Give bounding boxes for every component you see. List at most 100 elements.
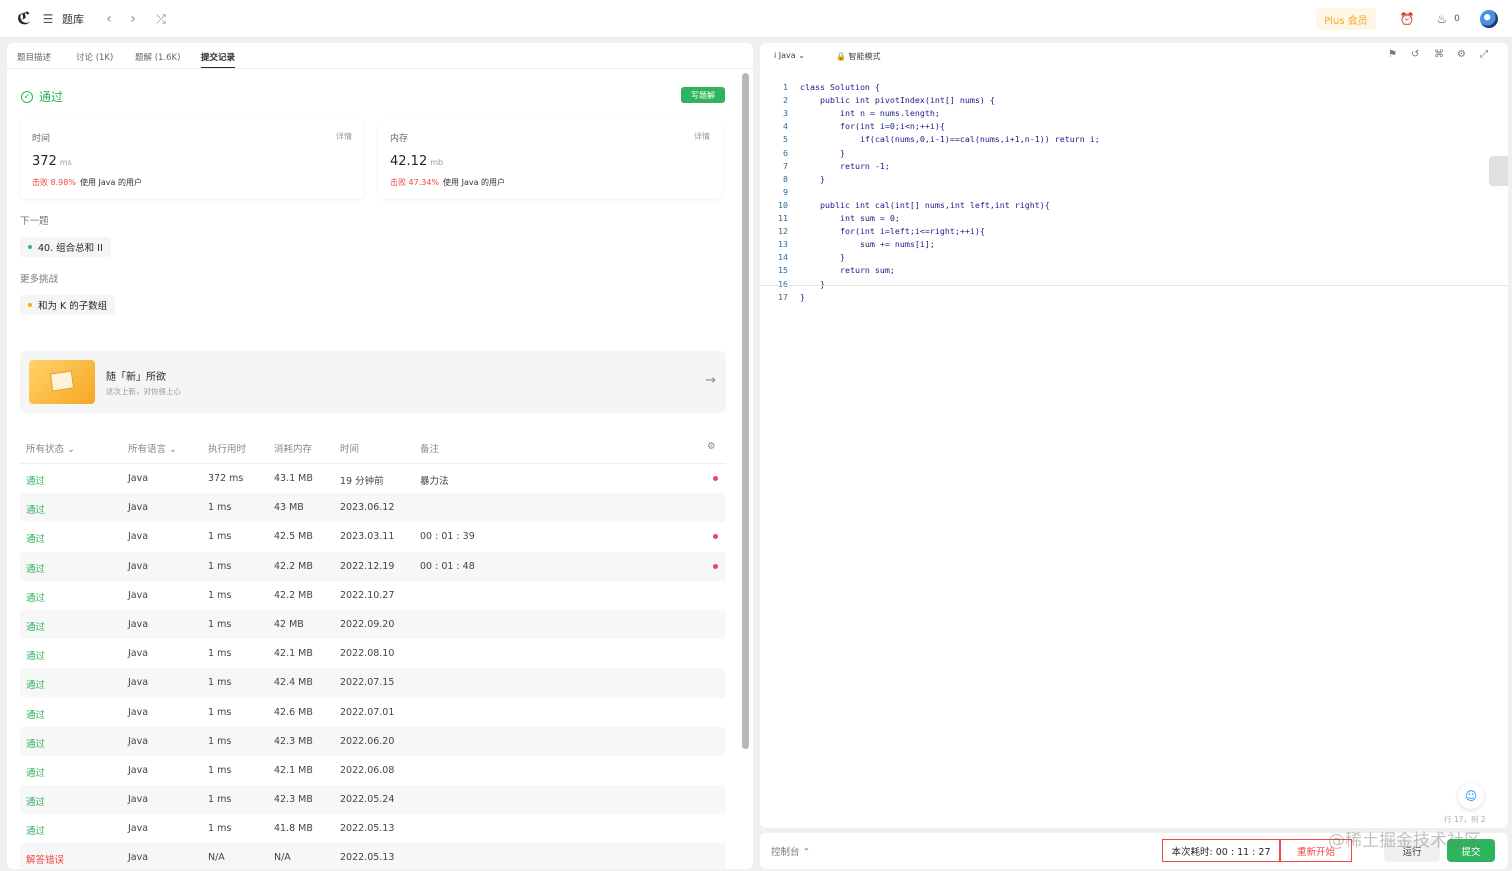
runtime-card[interactable]: 时间 详情 372 ms 击败 8.98% 使用 Java 的用户 — [20, 119, 364, 199]
code-line[interactable]: } — [800, 147, 845, 160]
code-line[interactable]: int n = nums.length; — [800, 107, 940, 120]
submission-status[interactable]: 通过 — [26, 677, 45, 691]
tab-submissions[interactable]: 提交记录 — [201, 51, 236, 68]
more-challenges-label: 更多挑战 — [20, 274, 59, 285]
table-row[interactable]: 通过 Java 1 ms 42.1 MB 2022.08.10 — [20, 639, 726, 668]
next-problem-chip[interactable]: 40. 组合总和 II — [20, 237, 111, 257]
submission-memory: 43.1 MB — [274, 473, 313, 484]
filter-language[interactable]: 所有语言 ⌄ — [128, 441, 177, 455]
submission-status[interactable]: 通过 — [26, 473, 45, 487]
code-line[interactable]: } — [800, 173, 825, 186]
code-line[interactable]: public int pivotIndex(int[] nums) { — [800, 94, 995, 107]
bookmark-icon[interactable]: ⚑ — [1388, 49, 1397, 60]
line-number: 8 — [783, 173, 788, 184]
table-row[interactable]: 解答错误 Java N/A N/A 2022.05.13 — [20, 843, 726, 869]
code-line[interactable]: } — [800, 251, 845, 264]
fullscreen-icon[interactable]: ⤢ — [1480, 49, 1488, 60]
memory-card[interactable]: 内存 详情 42.12 mb 击败 47.34% 使用 Java 的用户 — [378, 119, 722, 199]
submission-status[interactable]: 通过 — [26, 736, 45, 750]
submission-status[interactable]: 解答错误 — [26, 852, 64, 866]
gear-icon[interactable]: ⚙ — [707, 441, 716, 452]
table-row[interactable]: 通过 Java 1 ms 42.3 MB 2022.05.24 — [20, 785, 726, 815]
alarm-icon[interactable]: ⏰ — [1398, 0, 1416, 38]
submissions-table: 通过 Java 372 ms 43.1 MB 19 分钟前 暴力法 通过 Java 1 ms 43… — [20, 464, 726, 869]
next-problem-icon[interactable]: › — [126, 0, 140, 38]
reset-icon[interactable]: ↺ — [1411, 49, 1419, 60]
submission-language: Java — [128, 648, 149, 660]
avatar[interactable] — [1480, 10, 1498, 28]
submission-runtime: N/A — [208, 852, 225, 864]
submission-status[interactable]: 通过 — [26, 531, 45, 545]
submission-status[interactable]: 通过 — [26, 794, 45, 808]
table-row[interactable]: 通过 Java 1 ms 42.2 MB 2022.10.27 — [20, 581, 726, 610]
tab-solutions[interactable]: 题解 (1.6K) — [135, 51, 180, 63]
code-line[interactable]: int sum = 0; — [800, 212, 900, 225]
notes-side-button[interactable] — [1489, 156, 1508, 186]
submission-memory: 42.5 MB — [274, 531, 313, 543]
submission-memory: N/A — [274, 852, 291, 864]
tab-description[interactable]: 题目描述 — [17, 51, 51, 63]
submission-status[interactable]: 通过 — [26, 561, 45, 575]
table-row[interactable]: 通过 Java 1 ms 42 MB 2022.09.20 — [20, 609, 726, 640]
submission-status[interactable]: 通过 — [26, 765, 45, 779]
code-line[interactable]: for(int i=0;i<n;++i){ — [800, 120, 945, 133]
write-solution-button[interactable]: 写题解 — [681, 87, 725, 103]
submission-memory: 42.1 MB — [274, 764, 313, 776]
leetcode-logo[interactable]: ℭ — [14, 0, 34, 38]
smart-mode[interactable]: 🔒 智能模式 — [836, 51, 881, 62]
table-row[interactable]: 通过 Java 372 ms 43.1 MB 19 分钟前 暴力法 — [20, 464, 726, 493]
table-row[interactable]: 通过 Java 1 ms 42.1 MB 2022.06.08 — [20, 756, 726, 785]
prev-problem-icon[interactable]: ‹ — [102, 0, 116, 38]
code-line[interactable]: if(cal(nums,0,i-1)==cal(nums,i+1,n-1)) r… — [800, 133, 1100, 146]
promo-banner[interactable]: 随「新」所欲 这次上新，对你很上心 → — [20, 351, 726, 413]
submission-date: 2022.05.13 — [340, 852, 395, 864]
submission-language: Java — [128, 852, 149, 864]
table-row[interactable]: 通过 Java 1 ms 42.2 MB 2022.12.19 00 : 01 : 48 — [20, 551, 726, 581]
submission-status[interactable]: 通过 — [26, 648, 45, 662]
submission-status[interactable]: 通过 — [26, 823, 45, 837]
table-row[interactable]: 通过 Java 1 ms 42.5 MB 2023.03.11 00 : 01 : 39 — [20, 522, 726, 551]
table-row[interactable]: 通过 Java 1 ms 41.8 MB 2022.05.13 — [20, 814, 726, 843]
filter-status[interactable]: 所有状态 ⌄ — [26, 441, 75, 455]
submission-memory: 42.2 MB — [274, 560, 313, 572]
table-row[interactable]: 通过 Java 1 ms 42.3 MB 2022.06.20 — [20, 726, 726, 756]
code-line[interactable]: class Solution { — [800, 81, 880, 94]
code-line[interactable]: for(int i=left;i<=right;++i){ — [800, 225, 985, 238]
plus-member-button[interactable]: Plus 会员 — [1316, 8, 1376, 30]
list-icon[interactable]: ☰ — [40, 0, 56, 38]
code-line[interactable]: return -1; — [800, 160, 890, 173]
submission-note: 00 : 01 : 39 — [420, 531, 475, 543]
settings-icon[interactable]: ⚙ — [1457, 49, 1466, 60]
submissions-table-header: 所有状态 ⌄ 所有语言 ⌄ 执行用时 消耗内存 时间 备注 ⚙ — [20, 435, 726, 464]
table-row[interactable]: 通过 Java 1 ms 42.4 MB 2022.07.15 — [20, 668, 726, 698]
challenge-chip[interactable]: 和为 K 的子数组 — [20, 295, 116, 315]
submission-runtime: 1 ms — [208, 648, 232, 660]
submission-memory: 42 MB — [274, 618, 304, 630]
tab-discussion[interactable]: 讨论 (1K) — [76, 51, 113, 63]
code-line[interactable]: public int cal(int[] nums,int left,int r… — [800, 199, 1050, 212]
memory-detail-link[interactable]: 详情 — [694, 131, 710, 142]
fire-icon[interactable]: ♨ — [1435, 0, 1449, 38]
runtime-detail-link[interactable]: 详情 — [336, 131, 352, 142]
code-line[interactable]: return sum; — [800, 264, 895, 277]
table-row[interactable]: 通过 Java 1 ms 42.6 MB 2022.07.01 — [20, 698, 726, 727]
memory-value: 42.12 mb — [390, 154, 444, 169]
problem-bank-link[interactable]: 题库 — [62, 0, 84, 38]
submission-status[interactable]: 通过 — [26, 502, 45, 516]
submission-date: 2022.06.08 — [340, 764, 395, 776]
shortcut-icon[interactable]: ⌘ — [1434, 49, 1444, 60]
language-select[interactable]: ⅰ Java ⌄ — [774, 51, 805, 60]
scrollbar[interactable] — [742, 73, 749, 749]
shuffle-icon[interactable]: ⤮ — [154, 0, 168, 38]
submission-status[interactable]: 通过 — [26, 619, 45, 633]
submission-status[interactable]: 通过 — [26, 707, 45, 721]
feedback-icon[interactable]: ☺ — [1458, 783, 1484, 809]
memory-label: 内存 — [390, 134, 409, 144]
submission-language: Java — [128, 502, 149, 514]
check-circle-icon: ✓ — [21, 90, 33, 103]
submission-status[interactable]: 通过 — [26, 590, 45, 604]
code-line[interactable]: sum += nums[i]; — [800, 238, 935, 251]
console-toggle[interactable]: 控制台 ⌃ — [771, 833, 810, 869]
code-line[interactable]: } — [800, 291, 805, 304]
table-row[interactable]: 通过 Java 1 ms 43 MB 2023.06.12 — [20, 493, 726, 523]
